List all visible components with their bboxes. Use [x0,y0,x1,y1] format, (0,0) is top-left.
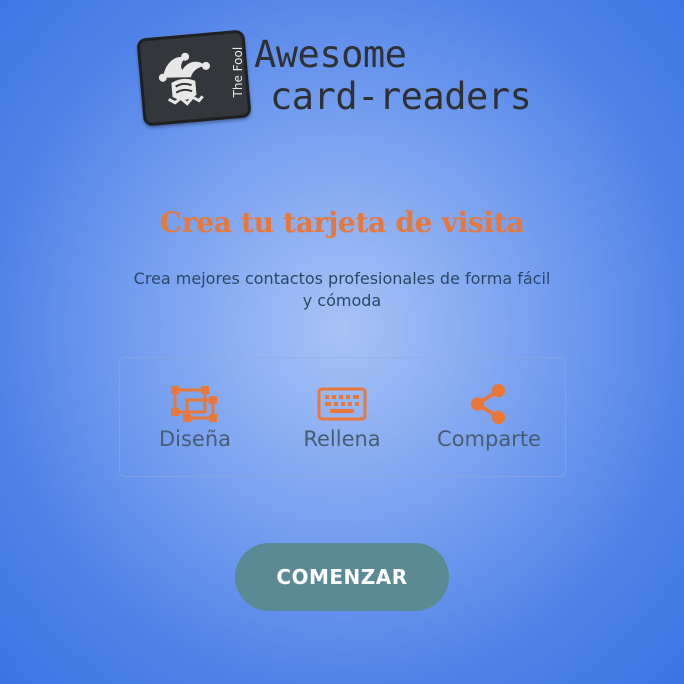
feature-share-label: Comparte [437,427,541,451]
logo-card: The Fool [136,29,252,127]
feature-share: Comparte [414,383,564,453]
app-title-line2: card-readers [270,75,532,118]
jester-icon [158,52,210,106]
start-button[interactable]: COMENZAR [235,543,449,611]
app-title-line1: Awesome [254,33,407,76]
feature-design: Diseña [120,383,270,453]
design-icon [171,386,217,422]
app-title: Awesome card-readers [254,33,532,118]
hero-title: Crea tu tarjeta de visita [159,206,525,239]
logo-card-label: The Fool [230,46,245,98]
keyboard-icon [317,387,367,421]
feature-design-label: Diseña [158,427,232,451]
share-icon [470,383,506,425]
feature-fill-label: Rellena [303,427,381,451]
hero-subtitle: Crea mejores contactos profesionales de … [133,269,551,310]
feature-fill: Rellena [267,383,417,453]
